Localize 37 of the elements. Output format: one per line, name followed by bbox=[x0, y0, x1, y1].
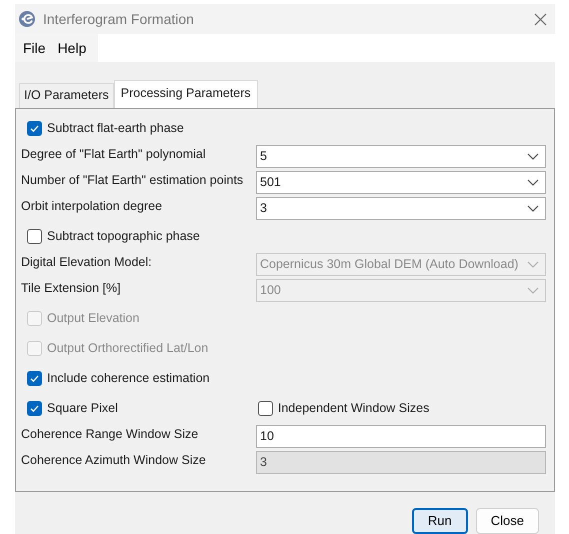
tab[interactable]: I/O Parameters bbox=[19, 83, 114, 108]
field-label: Orbit interpolation degree bbox=[21, 198, 164, 215]
chevron-down-icon bbox=[527, 178, 539, 186]
checkbox-label: Square Pixel bbox=[47, 400, 118, 417]
checkbox[interactable] bbox=[27, 120, 42, 136]
checkbox[interactable] bbox=[27, 370, 42, 386]
chevron-down-icon bbox=[527, 204, 539, 212]
field-label: Coherence Range Window Size bbox=[21, 426, 200, 443]
field-label: Coherence Azimuth Window Size bbox=[21, 452, 207, 469]
button[interactable]: Run bbox=[412, 508, 468, 534]
tab[interactable]: Processing Parameters bbox=[114, 80, 258, 108]
checkbox[interactable] bbox=[27, 228, 42, 244]
field-label: Degree of "Flat Earth" polynomial bbox=[21, 146, 207, 163]
chevron-down-icon bbox=[527, 152, 539, 160]
field-label: Digital Elevation Model: bbox=[21, 254, 153, 271]
chevron-down-icon bbox=[527, 286, 539, 294]
chevron-down-icon bbox=[527, 260, 539, 268]
button[interactable]: Close bbox=[476, 508, 539, 534]
checkbox-label: Subtract flat-earth phase bbox=[47, 120, 184, 137]
checkbox-label: Subtract topographic phase bbox=[47, 228, 200, 245]
app-icon bbox=[19, 11, 35, 27]
dropdown[interactable]: 5 bbox=[256, 144, 546, 168]
checkbox[interactable] bbox=[27, 400, 42, 416]
close-icon[interactable] bbox=[534, 12, 547, 26]
checkbox-label: Include coherence estimation bbox=[47, 370, 210, 387]
checkbox-label: Output Elevation bbox=[47, 310, 140, 327]
menu-item[interactable]: File bbox=[17, 38, 52, 58]
field-label: Number of "Flat Earth" estimation points bbox=[21, 172, 244, 189]
dropdown[interactable]: 3 bbox=[256, 196, 546, 220]
field-label: Tile Extension [%] bbox=[21, 280, 122, 297]
checkbox-label: Output Orthorectified Lat/Lon bbox=[47, 340, 208, 357]
input-field[interactable]: 10 bbox=[256, 424, 546, 448]
window-title: Interferogram Formation bbox=[43, 10, 194, 29]
checkbox[interactable] bbox=[258, 400, 273, 416]
dropdown[interactable]: 501 bbox=[256, 170, 546, 194]
menu-item[interactable]: Help bbox=[52, 38, 92, 58]
checkbox-label: Independent Window Sizes bbox=[278, 400, 430, 417]
